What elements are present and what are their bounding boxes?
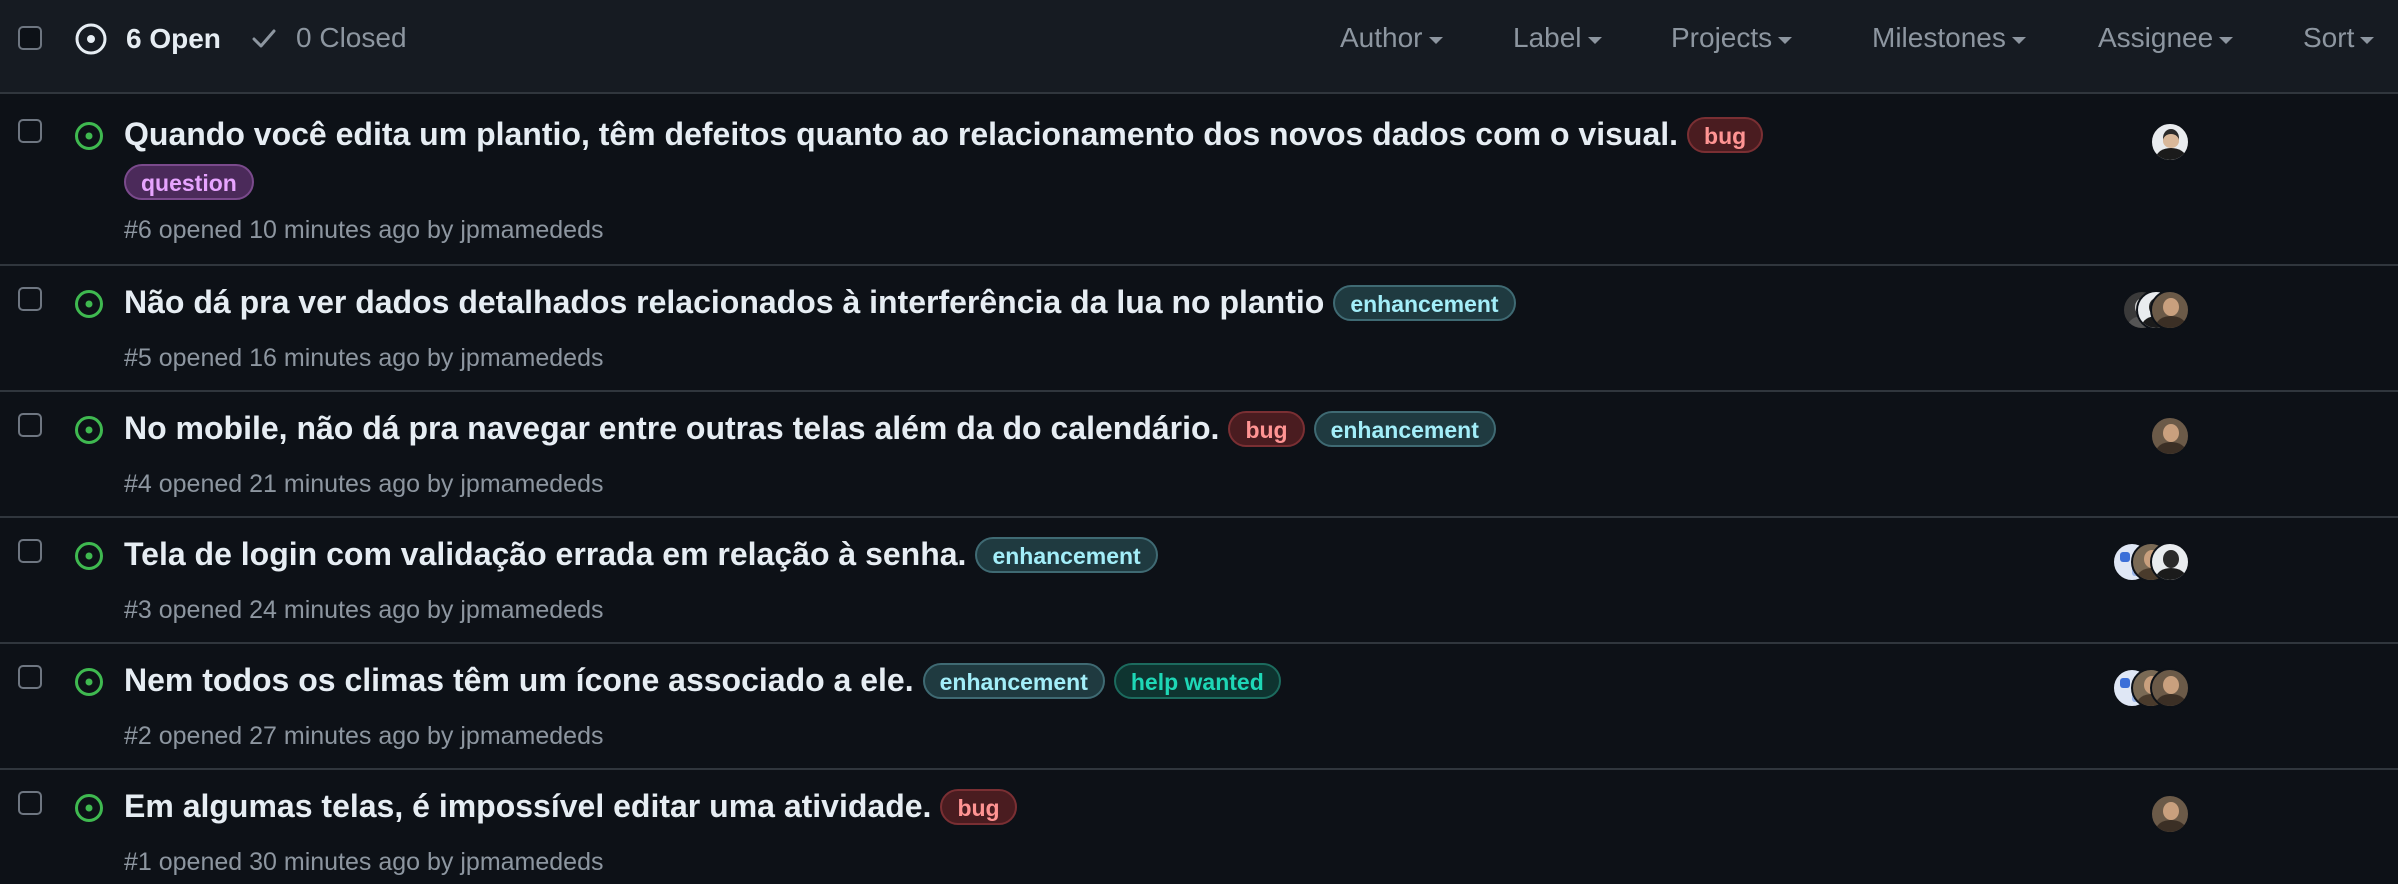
issue-opened-icon — [75, 794, 103, 822]
issue-opened-icon — [75, 668, 103, 696]
issue-meta: #4 opened 21 minutes ago by jpmamededs — [124, 470, 604, 498]
issue-opened-icon — [75, 416, 103, 444]
caret-down-icon — [2360, 36, 2375, 44]
caret-down-icon — [2219, 36, 2234, 44]
issue-row: Em algumas telas, é impossível editar um… — [0, 770, 2398, 884]
issue-checkbox[interactable] — [18, 791, 42, 815]
issue-title-link[interactable]: No mobile, não dá pra navegar entre outr… — [124, 410, 1219, 447]
label-enhancement[interactable]: enhancement — [1313, 410, 1496, 447]
issue-meta: #1 opened 30 minutes ago by jpmamededs — [124, 848, 604, 876]
issue-meta: #2 opened 27 minutes ago by jpmamededs — [124, 722, 604, 750]
issue-row: No mobile, não dá pra navegar entre outr… — [0, 392, 2398, 518]
closed-count: 0 Closed — [296, 22, 407, 53]
issue-checkbox[interactable] — [18, 287, 42, 311]
assignee-filter-label: Assignee — [2098, 22, 2214, 53]
issue-checkbox[interactable] — [18, 539, 42, 563]
open-issues-tab[interactable]: 6 Open — [74, 22, 221, 56]
issue-row: Não dá pra ver dados detalhados relacion… — [0, 266, 2398, 392]
avatar[interactable] — [2150, 542, 2190, 582]
projects-filter[interactable]: Projects — [1671, 22, 1793, 54]
avatar[interactable] — [2150, 416, 2190, 456]
assignees — [2150, 794, 2190, 834]
assignees — [2112, 542, 2190, 582]
issue-checkbox[interactable] — [18, 119, 42, 143]
issue-title-link[interactable]: Nem todos os climas têm um ícone associa… — [124, 662, 914, 699]
closed-issues-tab[interactable]: 0 Closed — [250, 22, 407, 54]
label-filter-label: Label — [1513, 22, 1582, 53]
label-enhancement[interactable]: enhancement — [975, 536, 1158, 573]
issue-opened-icon — [75, 290, 103, 318]
select-all-checkbox[interactable] — [18, 26, 42, 50]
label-enhancement[interactable]: enhancement — [922, 662, 1105, 699]
check-icon — [252, 29, 276, 48]
issue-row: Quando você edita um plantio, têm defeit… — [0, 94, 2398, 266]
label-question[interactable]: question — [124, 164, 254, 200]
label-bug[interactable]: bug — [940, 788, 1017, 825]
avatar[interactable] — [2150, 290, 2190, 330]
assignees — [2122, 290, 2190, 330]
issue-row: Nem todos os climas têm um ícone associa… — [0, 644, 2398, 770]
issue-checkbox[interactable] — [18, 665, 42, 689]
caret-down-icon — [1428, 36, 1443, 44]
caret-down-icon — [1778, 36, 1793, 44]
avatar[interactable] — [2150, 668, 2190, 708]
caret-down-icon — [2011, 36, 2026, 44]
issue-meta: #3 opened 24 minutes ago by jpmamededs — [124, 596, 604, 624]
issue-opened-icon — [75, 542, 103, 570]
issue-meta: #6 opened 10 minutes ago by jpmamededs — [124, 216, 604, 244]
caret-down-icon — [1587, 36, 1602, 44]
author-filter-label: Author — [1340, 22, 1423, 53]
projects-filter-label: Projects — [1671, 22, 1773, 53]
issue-row: Tela de login com validação errada em re… — [0, 518, 2398, 644]
avatar[interactable] — [2150, 122, 2190, 162]
label-bug[interactable]: bug — [1687, 116, 1764, 153]
label-help-wanted[interactable]: help wanted — [1113, 662, 1281, 699]
label-filter[interactable]: Label — [1513, 22, 1602, 54]
issue-title-link[interactable]: Quando você edita um plantio, têm defeit… — [124, 116, 1678, 153]
sort-filter-label: Sort — [2303, 22, 2355, 53]
issue-opened-icon — [75, 23, 107, 55]
open-count: 6 Open — [126, 23, 221, 54]
issue-title-link[interactable]: Não dá pra ver dados detalhados relacion… — [124, 284, 1324, 321]
assignees — [2150, 122, 2190, 162]
assignees — [2112, 668, 2190, 708]
label-bug[interactable]: bug — [1228, 410, 1305, 447]
issues-list-header: 6 Open 0 Closed Author Label Projects Mi… — [0, 0, 2398, 94]
assignee-filter[interactable]: Assignee — [2098, 22, 2234, 54]
author-filter[interactable]: Author — [1340, 22, 1443, 54]
milestones-filter-label: Milestones — [1872, 22, 2006, 53]
issue-title-link[interactable]: Em algumas telas, é impossível editar um… — [124, 788, 931, 825]
label-enhancement[interactable]: enhancement — [1333, 284, 1516, 321]
sort-filter[interactable]: Sort — [2303, 22, 2375, 54]
issue-checkbox[interactable] — [18, 413, 42, 437]
avatar[interactable] — [2150, 794, 2190, 834]
issue-meta: #5 opened 16 minutes ago by jpmamededs — [124, 344, 604, 372]
issue-opened-icon — [75, 122, 103, 150]
issue-title-link[interactable]: Tela de login com validação errada em re… — [124, 536, 966, 573]
assignees — [2150, 416, 2190, 456]
milestones-filter[interactable]: Milestones — [1872, 22, 2026, 54]
